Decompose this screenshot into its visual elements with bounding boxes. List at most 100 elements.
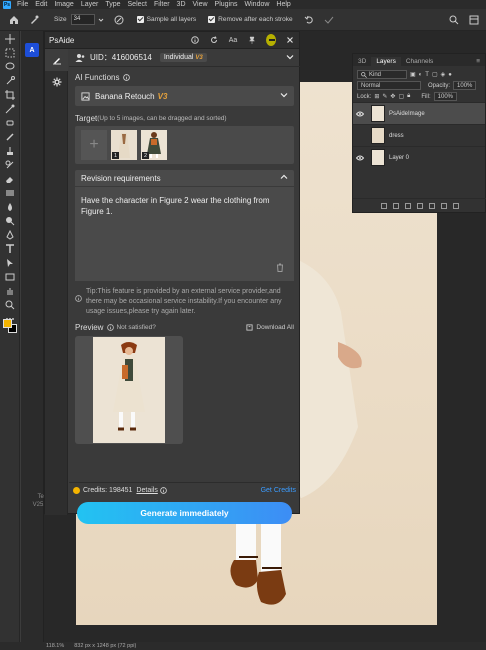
menu-3d[interactable]: 3D xyxy=(177,1,186,8)
lock-all-icon[interactable]: 🔒︎ xyxy=(407,93,410,100)
pressure-icon[interactable] xyxy=(113,14,125,26)
eye-icon[interactable] xyxy=(353,155,367,161)
workspace-icon[interactable] xyxy=(468,14,480,26)
info-icon[interactable] xyxy=(160,487,167,494)
tab-3d[interactable]: 3D xyxy=(353,57,371,66)
blend-mode-select[interactable]: Normal xyxy=(357,81,421,90)
font-size-icon[interactable]: Aa xyxy=(228,35,238,45)
menu-image[interactable]: Image xyxy=(54,1,73,8)
menu-file[interactable]: File xyxy=(17,1,28,8)
menu-type[interactable]: Type xyxy=(105,1,120,8)
panel-menu-icon[interactable]: ≡ xyxy=(471,57,485,66)
brush-tool-icon[interactable] xyxy=(4,132,16,142)
menu-layer[interactable]: Layer xyxy=(81,1,99,8)
info-icon[interactable] xyxy=(190,35,200,45)
lock-pixels-icon[interactable]: ⊞ xyxy=(374,93,379,100)
preview-image[interactable] xyxy=(93,337,165,443)
gradient-tool-icon[interactable] xyxy=(4,188,16,198)
chevron-down-icon[interactable] xyxy=(286,53,294,63)
lasso-tool-icon[interactable] xyxy=(4,62,16,72)
target-images-box[interactable]: + 1 2 xyxy=(75,126,294,164)
psaide-logo-icon[interactable]: A xyxy=(25,43,39,57)
download-all-button[interactable]: Download All xyxy=(246,324,294,331)
lock-move-icon[interactable]: ✥ xyxy=(390,93,395,100)
layer-row[interactable]: PsAideImage xyxy=(353,102,485,124)
quick-select-tool-icon[interactable] xyxy=(4,76,16,86)
pin-icon[interactable] xyxy=(247,35,257,45)
tab-channels[interactable]: Channels xyxy=(401,57,438,66)
link-layers-icon[interactable] xyxy=(381,202,387,209)
lock-paint-icon[interactable]: ✎ xyxy=(382,93,387,100)
crop-tool-icon[interactable] xyxy=(4,90,16,100)
filter-smart-icon[interactable]: ◈ xyxy=(441,71,446,78)
ai-function-select[interactable]: Banana Retouch V3 xyxy=(75,86,294,106)
generate-button[interactable]: Generate immediately xyxy=(77,502,292,524)
history-brush-icon[interactable] xyxy=(4,160,16,170)
chevron-up-icon[interactable] xyxy=(280,173,288,183)
filter-toggle-icon[interactable]: ● xyxy=(448,72,452,78)
zoom-tool-icon[interactable] xyxy=(4,300,16,310)
add-mask-icon[interactable] xyxy=(405,202,411,209)
layer-row[interactable]: Layer 0 xyxy=(353,146,485,168)
move-tool-icon[interactable] xyxy=(4,34,16,44)
lock-artboard-icon[interactable]: ▢ xyxy=(398,93,404,100)
nav-ai-edit[interactable] xyxy=(45,49,68,71)
tab-layers[interactable]: Layers xyxy=(371,57,401,66)
menu-window[interactable]: Window xyxy=(245,1,270,8)
eyedropper-tool-icon[interactable] xyxy=(4,104,16,114)
adjustment-icon[interactable] xyxy=(417,202,423,209)
healing-tool-icon[interactable] xyxy=(4,118,16,128)
info-icon[interactable] xyxy=(123,74,131,81)
minimize-button[interactable] xyxy=(266,34,276,46)
pen-tool-icon[interactable] xyxy=(4,230,16,240)
new-group-icon[interactable] xyxy=(429,202,435,209)
blur-tool-icon[interactable] xyxy=(4,202,16,212)
foreground-color-swatch[interactable] xyxy=(3,319,12,328)
nav-settings[interactable] xyxy=(45,71,68,93)
close-icon[interactable] xyxy=(285,35,295,45)
menu-help[interactable]: Help xyxy=(276,1,290,8)
undo-icon[interactable] xyxy=(303,14,315,26)
details-link[interactable]: Details xyxy=(136,487,157,494)
filter-adjust-icon[interactable]: ◐ xyxy=(419,72,423,78)
filter-pixel-icon[interactable]: ▣ xyxy=(410,71,416,78)
trash-icon[interactable] xyxy=(276,263,284,275)
refresh-icon[interactable] xyxy=(209,35,219,45)
menu-edit[interactable]: Edit xyxy=(35,1,47,8)
opacity-field[interactable]: 100% xyxy=(453,81,477,90)
not-satisfied-link[interactable]: Not satisfied? xyxy=(107,324,156,331)
fx-icon[interactable] xyxy=(393,202,399,209)
dodge-tool-icon[interactable] xyxy=(4,216,16,226)
filter-shape-icon[interactable]: ▢ xyxy=(432,71,438,78)
revision-textarea[interactable]: Have the character in Figure 2 wear the … xyxy=(75,186,294,281)
add-image-button[interactable]: + xyxy=(81,130,107,160)
marquee-tool-icon[interactable] xyxy=(4,48,16,58)
menu-plugins[interactable]: Plugins xyxy=(215,1,238,8)
preview-result[interactable] xyxy=(75,336,183,444)
sample-all-layers-checkbox[interactable]: Sample all layers xyxy=(136,16,196,23)
search-icon[interactable] xyxy=(448,14,460,26)
delete-layer-icon[interactable] xyxy=(453,202,459,209)
menu-view[interactable]: View xyxy=(193,1,208,8)
healing-brush-icon[interactable] xyxy=(28,14,40,26)
kind-filter[interactable]: Kind xyxy=(357,70,407,79)
menu-select[interactable]: Select xyxy=(128,1,147,8)
revision-header[interactable]: Revision requirements xyxy=(75,170,294,186)
eye-icon[interactable] xyxy=(353,111,367,117)
get-credits-link[interactable]: Get Credits xyxy=(261,487,296,494)
filter-type-icon[interactable]: T xyxy=(425,72,429,78)
fill-field[interactable]: 100% xyxy=(433,92,458,101)
eraser-tool-icon[interactable] xyxy=(4,174,16,184)
chevron-down-icon[interactable] xyxy=(97,14,105,26)
layer-row[interactable]: dress xyxy=(353,124,485,146)
target-thumb-1[interactable]: 1 xyxy=(111,130,137,160)
target-thumb-2[interactable]: 2 xyxy=(141,130,167,160)
stamp-tool-icon[interactable] xyxy=(4,146,16,156)
hand-tool-icon[interactable] xyxy=(4,286,16,296)
commit-check-icon[interactable] xyxy=(323,14,335,26)
remove-after-stroke-checkbox[interactable]: Remove after each stroke xyxy=(208,16,293,23)
home-icon[interactable] xyxy=(8,14,20,26)
path-select-icon[interactable] xyxy=(4,258,16,268)
rectangle-tool-icon[interactable] xyxy=(4,272,16,282)
type-tool-icon[interactable] xyxy=(4,244,16,254)
